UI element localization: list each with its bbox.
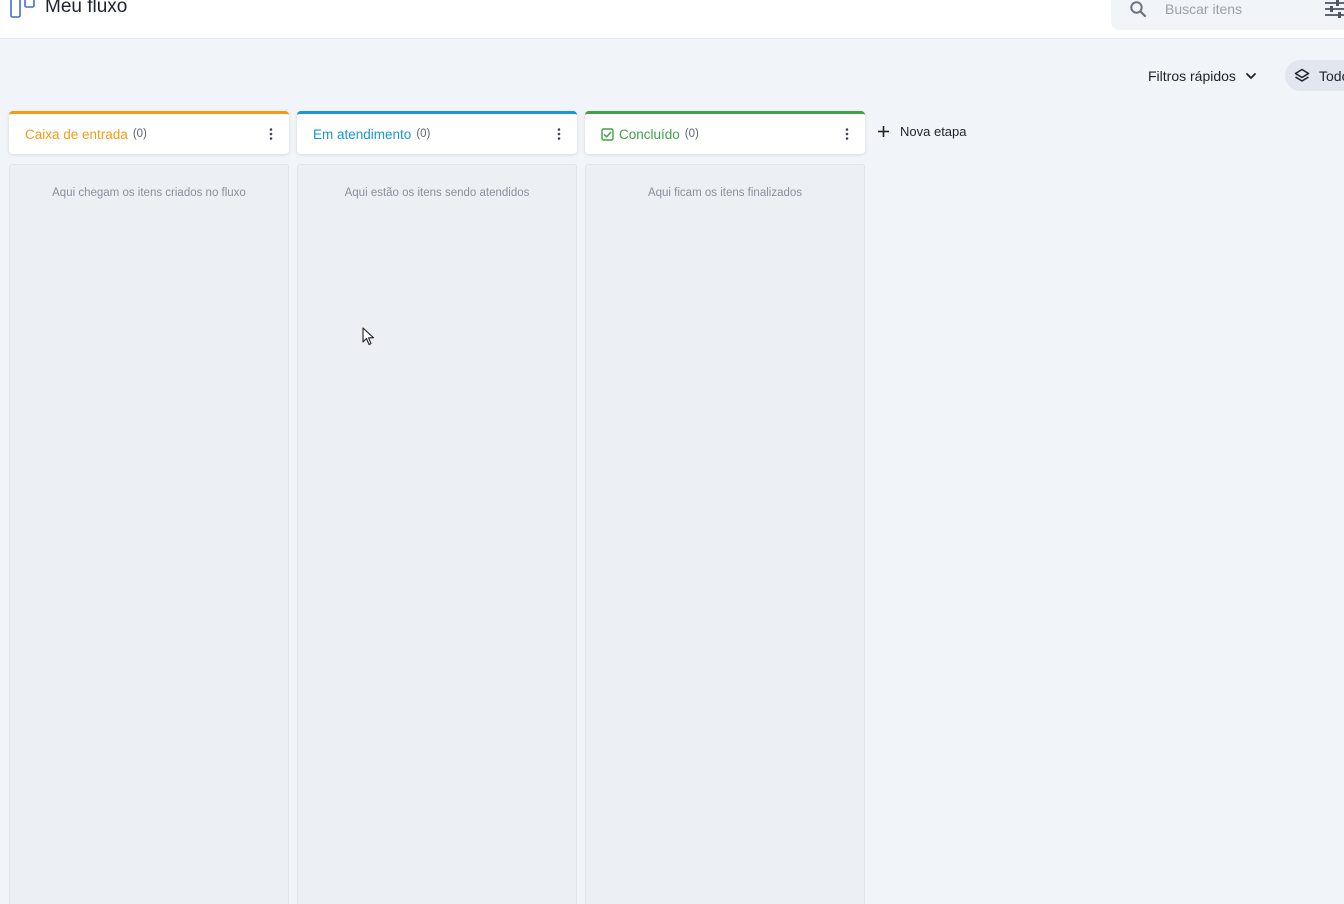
column-empty-text: Aqui estão os itens sendo atendidos [344, 187, 530, 199]
top-bar: Meu fluxo [0, 0, 1344, 39]
column-count: (0) [416, 128, 431, 140]
column-header: Em atendimento (0) [297, 111, 577, 154]
search-icon [1130, 1, 1147, 18]
column-title[interactable]: Caixa de entrada [25, 127, 128, 142]
new-stage-button[interactable]: Nova etapa [877, 122, 967, 140]
search-box[interactable] [1111, 0, 1344, 30]
plus-icon [878, 125, 889, 137]
quick-filters-button[interactable]: Filtros rápidos [1140, 63, 1265, 89]
check-box-icon [601, 127, 614, 141]
more-vertical-icon[interactable] [551, 126, 567, 142]
column-em-atendimento: Em atendimento (0) Aqui estão os itens s… [297, 111, 577, 904]
quick-filters-label: Filtros rápidos [1148, 68, 1236, 84]
view-selector[interactable]: Todos [1285, 60, 1344, 91]
column-empty-text: Aqui chegam os itens criados no fluxo [52, 187, 246, 199]
column-caixa-de-entrada: Caixa de entrada (0) Aqui chegam os iten… [9, 111, 289, 904]
column-empty-text: Aqui ficam os itens finalizados [647, 187, 803, 199]
column-drop-area[interactable]: Aqui estão os itens sendo atendidos [297, 164, 577, 904]
more-vertical-icon[interactable] [839, 126, 855, 142]
search-input[interactable] [1165, 0, 1315, 20]
chevron-down-icon [1246, 73, 1256, 79]
column-count: (0) [684, 128, 699, 140]
mouse-cursor-icon [362, 327, 375, 346]
page-title: Meu fluxo [45, 0, 128, 17]
view-label: Todos [1319, 67, 1344, 84]
column-drop-area[interactable]: Aqui ficam os itens finalizados [585, 164, 865, 904]
column-title[interactable]: Concluído [619, 127, 680, 142]
column-count: (0) [132, 128, 147, 140]
column-header: Caixa de entrada (0) [9, 111, 289, 154]
sliders-icon[interactable] [1324, 0, 1344, 19]
layers-icon [1294, 68, 1310, 82]
new-stage-label: Nova etapa [900, 123, 967, 139]
column-concluido: Concluído (0) Aqui ficam os itens finali… [585, 111, 865, 904]
column-title[interactable]: Em atendimento [313, 127, 411, 142]
more-vertical-icon[interactable] [263, 126, 279, 142]
kanban-board-icon [10, 0, 35, 18]
column-drop-area[interactable]: Aqui chegam os itens criados no fluxo [9, 164, 289, 904]
column-header: Concluído (0) [585, 111, 865, 154]
